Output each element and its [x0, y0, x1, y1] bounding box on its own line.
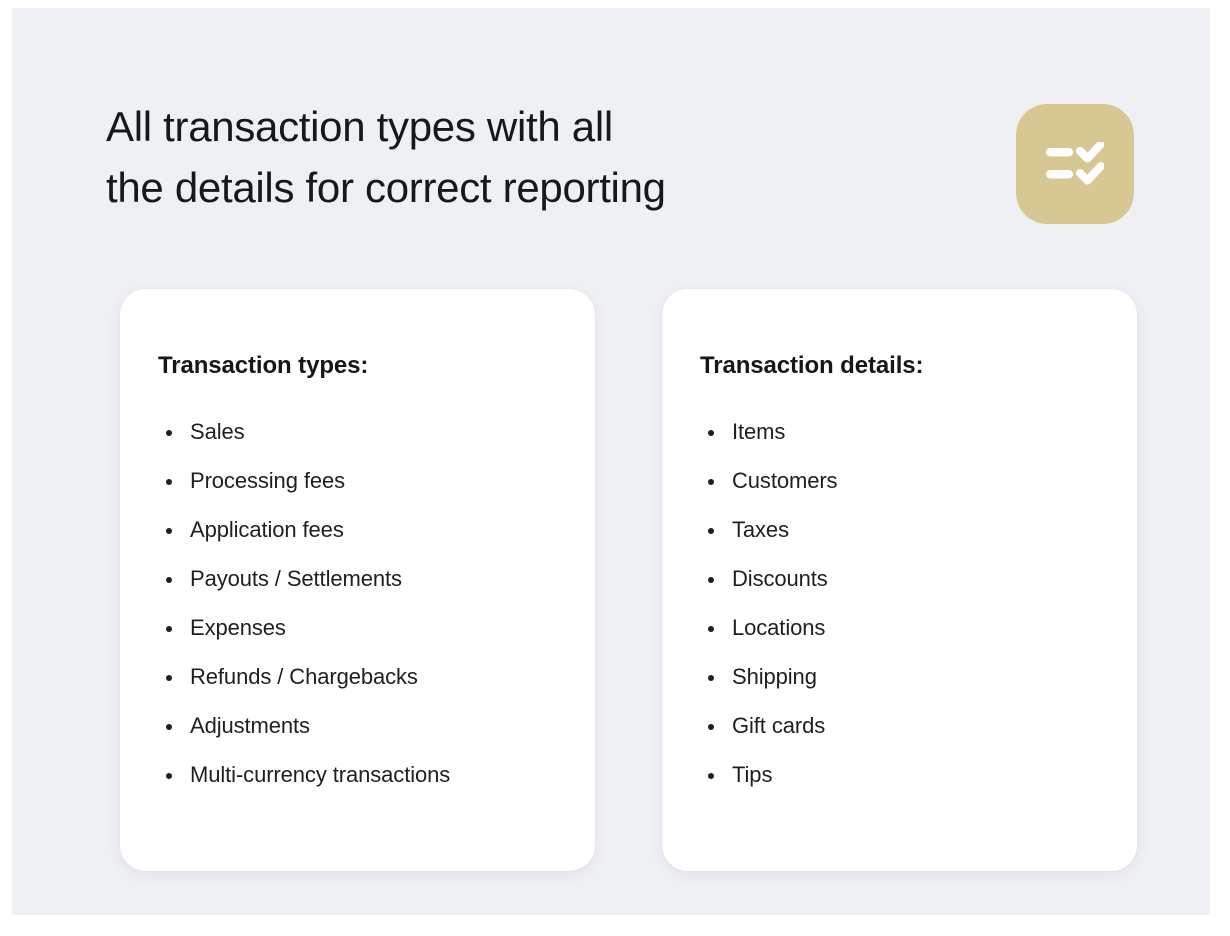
card-transaction-details: Transaction details: Items Customers Tax… [662, 289, 1137, 871]
bullet-icon [166, 430, 172, 436]
transaction-types-list: Sales Processing fees Application fees P… [158, 418, 555, 789]
list-item: Expenses [158, 614, 555, 642]
content-panel: All transaction types with all the detai… [12, 8, 1210, 915]
list-item-label: Application fees [190, 517, 344, 542]
list-item-label: Locations [732, 615, 826, 640]
list-item-label: Payouts / Settlements [190, 566, 402, 591]
bullet-icon [166, 675, 172, 681]
list-item-label: Customers [732, 468, 838, 493]
bullet-icon [166, 479, 172, 485]
list-item: Application fees [158, 516, 555, 544]
bullet-icon [708, 675, 714, 681]
bullet-icon [166, 773, 172, 779]
bullet-icon [708, 479, 714, 485]
list-item: Locations [700, 614, 1097, 642]
list-item-label: Processing fees [190, 468, 346, 493]
list-item: Refunds / Chargebacks [158, 663, 555, 691]
list-item-label: Discounts [732, 566, 828, 591]
list-item: Shipping [700, 663, 1097, 691]
list-item: Discounts [700, 565, 1097, 593]
bullet-icon [166, 724, 172, 730]
list-item-label: Multi-currency transactions [190, 762, 451, 787]
cards-row: Transaction types: Sales Processing fees… [120, 289, 1137, 871]
bullet-icon [166, 577, 172, 583]
bullet-icon [708, 430, 714, 436]
list-item-label: Shipping [732, 664, 817, 689]
list-item-label: Tips [732, 762, 773, 787]
list-item: Processing fees [158, 467, 555, 495]
checklist-icon [1046, 142, 1104, 186]
header: All transaction types with all the detai… [106, 96, 1136, 236]
list-item-label: Refunds / Chargebacks [190, 664, 418, 689]
list-item: Multi-currency transactions [158, 761, 555, 789]
list-item: Adjustments [158, 712, 555, 740]
list-item-label: Items [732, 419, 786, 444]
bullet-icon [708, 577, 714, 583]
list-item-label: Adjustments [190, 713, 310, 738]
list-item: Sales [158, 418, 555, 446]
list-item: Taxes [700, 516, 1097, 544]
bullet-icon [166, 528, 172, 534]
checklist-badge [1016, 104, 1134, 224]
list-item-label: Expenses [190, 615, 286, 640]
bullet-icon [166, 626, 172, 632]
page-title: All transaction types with all the detai… [106, 103, 666, 211]
bullet-icon [708, 528, 714, 534]
list-item: Tips [700, 761, 1097, 789]
bullet-icon [708, 724, 714, 730]
page-root: All transaction types with all the detai… [0, 0, 1230, 936]
card-title: Transaction types: [158, 352, 369, 379]
list-item-label: Gift cards [732, 713, 826, 738]
list-item-label: Taxes [732, 517, 789, 542]
list-item: Items [700, 418, 1097, 446]
list-item: Gift cards [700, 712, 1097, 740]
card-transaction-types: Transaction types: Sales Processing fees… [120, 289, 595, 871]
list-item: Customers [700, 467, 1097, 495]
card-title: Transaction details: [700, 352, 924, 379]
bullet-icon [708, 773, 714, 779]
transaction-details-list: Items Customers Taxes Discounts Location… [700, 418, 1097, 789]
list-item: Payouts / Settlements [158, 565, 555, 593]
bullet-icon [708, 626, 714, 632]
list-item-label: Sales [190, 419, 245, 444]
